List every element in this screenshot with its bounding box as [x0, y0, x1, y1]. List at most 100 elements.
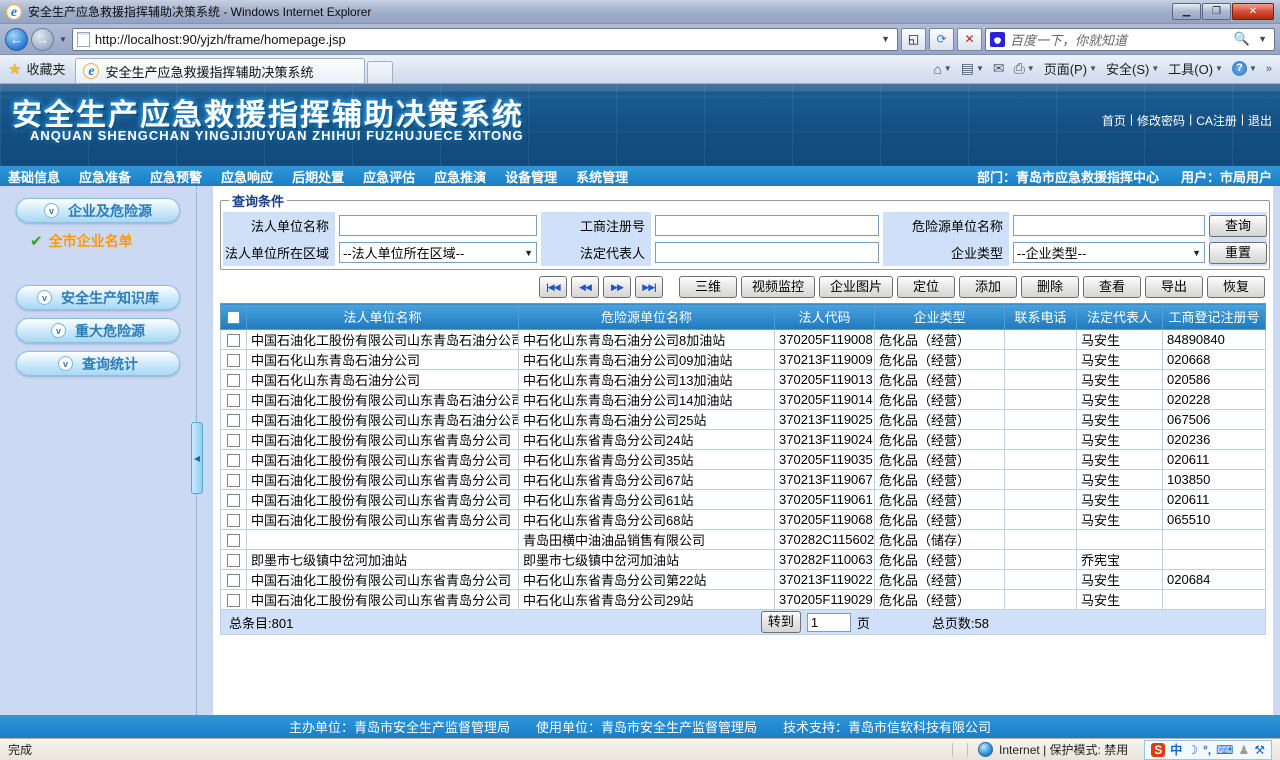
url-text[interactable]: http://localhost:90/yjzh/frame/homepage.… — [95, 32, 873, 47]
user-icon[interactable]: ♟ — [1238, 743, 1249, 757]
history-dropdown-icon[interactable]: ▼ — [57, 35, 69, 44]
next-page-button[interactable]: ▶▶ — [602, 276, 631, 298]
toolbar-button-3[interactable]: 定位 — [897, 276, 955, 298]
table-body: 中国石油化工股份有限公司山东青岛石油分公司 中石化山东青岛石油分公司8加油站 370… — [220, 329, 1266, 610]
close-button[interactable]: ✕ — [1232, 3, 1274, 20]
menu-item-8[interactable]: 系统管理 — [576, 167, 628, 186]
row-checkbox[interactable] — [227, 594, 240, 608]
minimize-button[interactable]: ▁ — [1172, 3, 1201, 20]
url-dropdown-icon[interactable]: ▼ — [878, 34, 893, 44]
mail-button[interactable]: ✉ — [993, 60, 1005, 77]
settings-wrench-icon[interactable]: ⚒ — [1254, 743, 1265, 757]
menu-item-0[interactable]: 基础信息 — [8, 167, 60, 186]
legal-name-input[interactable] — [339, 215, 537, 236]
back-button[interactable]: ← — [5, 27, 28, 51]
restore-button[interactable]: ❐ — [1202, 3, 1231, 20]
new-tab-stub[interactable] — [367, 61, 394, 83]
menu-item-2[interactable]: 应急预警 — [150, 167, 202, 186]
print-button[interactable]: ⎙ ▼ — [1014, 60, 1035, 77]
row-checkbox[interactable] — [227, 414, 240, 428]
company-type: 危化品（经营） — [874, 349, 1005, 370]
search-dropdown-icon[interactable]: ▼ — [1255, 34, 1270, 44]
link-separator: | — [1129, 112, 1134, 126]
feeds-button[interactable]: ▤ ▼ — [961, 60, 984, 77]
row-checkbox[interactable] — [227, 374, 240, 388]
toolbar-button-8[interactable]: 恢复 — [1207, 276, 1265, 298]
search-box[interactable]: 百度一下，你就知道 🔍 ▼ — [985, 27, 1275, 51]
toolbar-button-0[interactable]: 三维 — [678, 276, 737, 298]
soft-keyboard-icon[interactable]: ⌨ — [1216, 743, 1233, 757]
help-menu[interactable]: ? ▼ — [1231, 61, 1257, 76]
chinese-mode-icon[interactable]: 中 — [1170, 741, 1182, 758]
overflow-chevron-icon[interactable]: » — [1266, 63, 1272, 75]
row-checkbox[interactable] — [227, 334, 240, 348]
favorites-button[interactable]: ★ 收藏夹 — [0, 59, 75, 83]
row-checkbox[interactable] — [227, 474, 240, 488]
toolbar-button-2[interactable]: 企业图片 — [818, 276, 893, 298]
toolbar-button-6[interactable]: 查看 — [1083, 276, 1141, 298]
select-all-checkbox[interactable] — [227, 311, 240, 325]
row-checkbox[interactable] — [227, 354, 240, 368]
forward-button[interactable]: → — [31, 27, 54, 51]
banner-link-1[interactable]: 修改密码 — [1137, 112, 1185, 129]
zone-text: Internet | 保护模式: 禁用 — [999, 743, 1129, 757]
row-checkbox[interactable] — [227, 494, 240, 508]
reg-no-input[interactable] — [655, 215, 879, 236]
toolbar-button-4[interactable]: 添加 — [959, 276, 1017, 298]
home-button[interactable]: ⌂ ▼ — [933, 61, 951, 77]
sidebar-section-3[interactable]: v 查询统计 — [16, 351, 180, 376]
search-placeholder[interactable]: 百度一下，你就知道 — [1010, 30, 1229, 49]
banner-link-2[interactable]: CA注册 — [1196, 112, 1237, 129]
select-all-header — [220, 303, 247, 330]
hazard-name-input[interactable] — [1013, 215, 1205, 236]
refresh-button[interactable]: ⟳ — [929, 27, 954, 51]
prev-page-button[interactable]: ◀◀ — [570, 276, 599, 298]
row-checkbox[interactable] — [227, 454, 240, 468]
reset-button[interactable]: 重置 — [1209, 241, 1267, 264]
security-menu[interactable]: 安全(S) ▼ — [1106, 59, 1159, 78]
page-menu[interactable]: 页面(P) ▼ — [1044, 59, 1097, 78]
url-field[interactable]: http://localhost:90/yjzh/frame/homepage.… — [71, 27, 898, 51]
row-checkbox[interactable] — [227, 394, 240, 408]
toolbar-button-7[interactable]: 导出 — [1145, 276, 1203, 298]
sidebar-collapse-handle[interactable]: ◀ — [191, 422, 203, 494]
first-page-button[interactable]: |◀◀ — [538, 276, 567, 298]
row-checkbox[interactable] — [227, 554, 240, 568]
goto-button[interactable]: 转到 — [760, 611, 801, 633]
menu-item-3[interactable]: 应急响应 — [221, 167, 273, 186]
menu-item-7[interactable]: 设备管理 — [505, 167, 557, 186]
row-checkbox[interactable] — [227, 434, 240, 448]
toolbar-button-5[interactable]: 删除 — [1021, 276, 1079, 298]
sidebar-item-active[interactable]: ✔ 全市企业名单 — [30, 231, 196, 251]
menu-item-4[interactable]: 后期处置 — [292, 167, 344, 186]
search-button[interactable]: 查询 — [1209, 214, 1267, 237]
company-type-select[interactable]: --企业类型-- ▼ — [1013, 242, 1205, 263]
menu-item-5[interactable]: 应急评估 — [363, 167, 415, 186]
sidebar-section-1[interactable]: v 安全生产知识库 — [16, 285, 180, 310]
punctuation-icon[interactable]: °, — [1203, 743, 1211, 757]
search-icon[interactable]: 🔍 — [1234, 31, 1250, 47]
row-checkbox[interactable] — [227, 534, 240, 548]
banner-link-3[interactable]: 退出 — [1248, 112, 1272, 129]
last-page-button[interactable]: ▶▶| — [634, 276, 663, 298]
row-check-cell — [220, 529, 247, 550]
business-reg-no: 020586 — [1162, 369, 1266, 390]
menu-item-1[interactable]: 应急准备 — [79, 167, 131, 186]
stop-button[interactable]: ✕ — [957, 27, 982, 51]
banner-link-0[interactable]: 首页 — [1102, 112, 1126, 129]
sogou-icon[interactable]: S — [1151, 742, 1166, 757]
goto-page-input[interactable] — [806, 612, 851, 632]
tools-menu[interactable]: 工具(O) ▼ — [1168, 59, 1223, 78]
row-checkbox[interactable] — [227, 514, 240, 528]
fullwidth-moon-icon[interactable]: ☽ — [1187, 743, 1198, 757]
legal-rep-input[interactable] — [655, 242, 879, 263]
region-select[interactable]: --法人单位所在区域-- ▼ — [339, 242, 537, 263]
toolbar-button-1[interactable]: 视频监控 — [740, 276, 815, 298]
sidebar-section-0[interactable]: v 企业及危险源 — [16, 198, 180, 223]
row-checkbox[interactable] — [227, 574, 240, 588]
sidebar-section-2[interactable]: v 重大危险源 — [16, 318, 180, 343]
browser-tab[interactable]: e 安全生产应急救援指挥辅助决策系统 — [75, 58, 366, 83]
compatibility-view-button[interactable]: ◱ — [901, 27, 926, 51]
menu-item-6[interactable]: 应急推演 — [434, 167, 486, 186]
contact-phone — [1004, 569, 1077, 590]
